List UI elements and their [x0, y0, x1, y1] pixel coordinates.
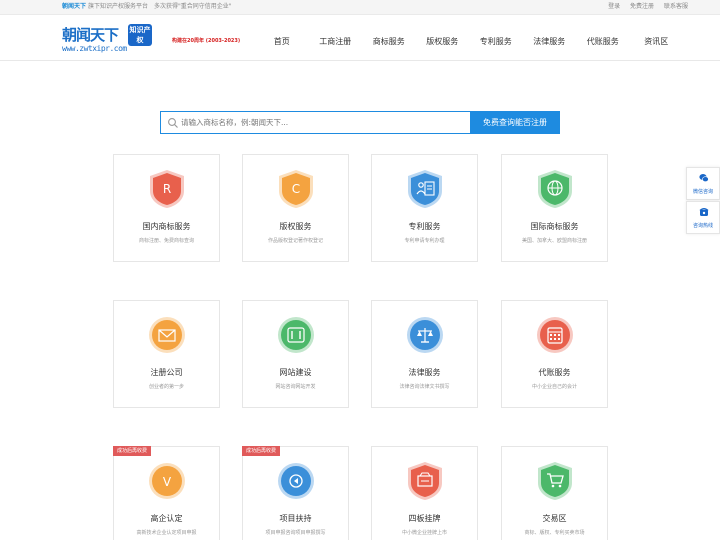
- service-card-title: 法律服务: [408, 368, 441, 377]
- service-card[interactable]: 国际商标服务美国、加拿大、欧盟商标注册: [501, 154, 608, 262]
- service-card-desc: 高新技术企业认定项目申报: [136, 530, 197, 536]
- trademark-search-input[interactable]: [181, 114, 461, 131]
- site-logo[interactable]: 朝闻天下 知识产权 www.zwtxipr.com: [62, 24, 152, 58]
- phone-icon: [699, 208, 709, 216]
- service-card-desc: 项目申报咨询项目申报撰写: [265, 530, 326, 536]
- calculator-icon: [537, 317, 573, 353]
- service-card[interactable]: 专利服务专利申请专利办理: [371, 154, 478, 262]
- nav-home[interactable]: 首页: [255, 15, 309, 61]
- service-card-title: 版权服务: [279, 222, 312, 231]
- search-icon: [168, 118, 178, 128]
- service-card-desc: 网站咨询网站开发: [275, 384, 316, 390]
- tools-icon: [278, 317, 314, 353]
- envelope-icon: [149, 317, 185, 353]
- topbar-tagline: 多次获得"重合同守信用企业": [154, 3, 232, 10]
- service-card[interactable]: 四板挂牌中小微企业挂牌上市: [371, 446, 478, 540]
- logo-seal: 知识产权: [128, 24, 152, 46]
- service-card[interactable]: R 国内商标服务 商标注册、免费商标查询: [113, 154, 220, 262]
- globe-icon: [538, 170, 572, 208]
- trademark-search-bar: 免费查询能否注册: [160, 111, 560, 134]
- trademark-r-icon: R: [150, 170, 184, 208]
- logo-url: www.zwtxipr.com: [62, 44, 127, 53]
- logo-name: 朝闻天下: [62, 26, 119, 44]
- service-card-desc: 创业者的第一步: [148, 384, 184, 390]
- service-card-desc: 作品版权登记著作权登记: [267, 238, 323, 244]
- svg-text:R: R: [163, 182, 171, 196]
- arrow-circle-icon: [278, 463, 314, 499]
- service-card[interactable]: 成功后再收费 V 高企认定高新技术企业认定项目申报: [113, 446, 220, 540]
- copyright-c-icon: C: [279, 170, 313, 208]
- topbar-brand: 朝闻天下: [62, 3, 87, 10]
- service-card-title: 网站建设: [279, 368, 312, 377]
- pay-after-success-ribbon: 成功后再收费: [242, 446, 281, 456]
- svg-text:V: V: [163, 475, 172, 489]
- wechat-consult-button[interactable]: 微信咨询: [686, 167, 720, 200]
- wechat-consult-label: 微信咨询: [692, 189, 713, 195]
- service-card-desc: 法律咨询法律文书撰写: [399, 384, 450, 390]
- service-card-title: 项目扶持: [279, 514, 312, 523]
- scales-icon: [407, 317, 443, 353]
- service-card-desc: 专利申请专利办理: [404, 238, 445, 244]
- service-card-title: 注册公司: [150, 368, 183, 377]
- service-card-title: 高企认定: [150, 514, 183, 523]
- service-card-desc: 中小企业自己的会计: [531, 384, 577, 390]
- nav-news[interactable]: 资讯区: [630, 15, 684, 61]
- v-icon: V: [149, 463, 185, 499]
- wechat-icon: [699, 174, 709, 182]
- anniversary-badge: 构建在20周年 (2003-2023): [172, 38, 241, 44]
- service-card[interactable]: 网站建设网站咨询网站开发: [242, 300, 349, 408]
- service-card-desc: 美国、加拿大、欧盟商标注册: [521, 238, 587, 244]
- service-card[interactable]: 交易区商标、版权、专利买卖市场: [501, 446, 608, 540]
- service-card-desc: 商标、版权、专利买卖市场: [524, 530, 585, 536]
- service-card-desc: 中小微企业挂牌上市: [401, 530, 447, 536]
- service-card[interactable]: 注册公司创业者的第一步: [113, 300, 220, 408]
- register-link[interactable]: 免费注册: [630, 3, 654, 10]
- service-card-desc: 商标注册、免费商标查询: [138, 238, 194, 244]
- site-header: 朝闻天下 知识产权 www.zwtxipr.com 构建在20周年 (2003-…: [0, 15, 720, 61]
- login-link[interactable]: 登录: [608, 3, 620, 10]
- service-card-title: 专利服务: [408, 222, 441, 231]
- card-icon: [408, 462, 442, 500]
- main-nav: 首页 工商注册 商标服务 版权服务 专利服务 法律服务 代账服务 资讯区: [255, 15, 683, 61]
- nav-patent[interactable]: 专利服务: [469, 15, 523, 61]
- nav-business-registration[interactable]: 工商注册: [309, 15, 363, 61]
- contact-service-link[interactable]: 联系客服: [664, 3, 688, 10]
- nav-accounting[interactable]: 代账服务: [576, 15, 630, 61]
- hotline-button[interactable]: 咨询热线: [686, 201, 720, 234]
- service-card-title: 代账服务: [538, 368, 571, 377]
- service-card[interactable]: C 版权服务作品版权登记著作权登记: [242, 154, 349, 262]
- nav-legal[interactable]: 法律服务: [523, 15, 577, 61]
- service-card-title: 国际商标服务: [530, 222, 579, 231]
- service-card-title: 四板挂牌: [408, 514, 441, 523]
- topbar-slogan: 旗下知识产权服务平台: [88, 3, 149, 10]
- topbar-links: 登录 免费注册 联系客服: [600, 0, 688, 14]
- hotline-label: 咨询热线: [692, 223, 713, 229]
- top-bar: 朝闻天下 旗下知识产权服务平台 多次获得"重合同守信用企业" 登录 免费注册 联…: [0, 0, 720, 15]
- service-card-title: 交易区: [542, 514, 567, 523]
- service-card[interactable]: 成功后再收费 项目扶持项目申报咨询项目申报撰写: [242, 446, 349, 540]
- pay-after-success-ribbon: 成功后再收费: [113, 446, 152, 456]
- cart-icon: [538, 462, 572, 500]
- service-card-title: 国内商标服务: [142, 222, 191, 231]
- nav-copyright[interactable]: 版权服务: [416, 15, 470, 61]
- nav-trademark[interactable]: 商标服务: [362, 15, 416, 61]
- svg-text:C: C: [292, 182, 300, 196]
- service-card[interactable]: 法律服务法律咨询法律文书撰写: [371, 300, 478, 408]
- patent-document-icon: [408, 170, 442, 208]
- service-card[interactable]: 代账服务中小企业自己的会计: [501, 300, 608, 408]
- free-check-button[interactable]: 免费查询能否注册: [470, 111, 560, 134]
